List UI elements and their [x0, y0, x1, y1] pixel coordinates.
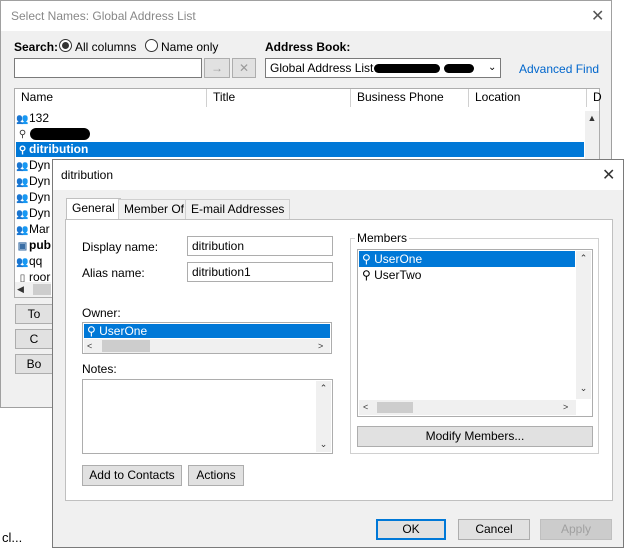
- folder-icon: ▣: [17, 241, 28, 252]
- clear-x-button[interactable]: ✕: [232, 58, 256, 78]
- alias-name-label: Alias name:: [82, 266, 145, 280]
- members-vertical-scrollbar[interactable]: ⌃ ⌄: [576, 251, 591, 399]
- address-book-select[interactable]: Global Address List - ⌄: [265, 58, 501, 78]
- scroll-right-icon[interactable]: >: [563, 400, 568, 414]
- owner-label: Owner:: [82, 306, 121, 320]
- distribution-properties-dialog: ditribution ✕ General Member Of E-mail A…: [52, 159, 624, 548]
- scroll-up-icon[interactable]: ⌃: [576, 251, 591, 265]
- member-item-selected[interactable]: ⚲ UserOne: [359, 251, 575, 267]
- dialog-close-icon[interactable]: ✕: [602, 165, 615, 185]
- list-horizontal-scrollbar[interactable]: ◀: [15, 282, 51, 297]
- go-arrow-button[interactable]: →: [204, 58, 230, 78]
- modify-members-button[interactable]: Modify Members...: [357, 426, 593, 447]
- column-business-phone[interactable]: Business Phone: [351, 89, 469, 107]
- to-button[interactable]: To: [15, 304, 53, 324]
- group-icon: 👥: [16, 193, 29, 204]
- radio-all-columns[interactable]: [59, 39, 72, 55]
- notes-textarea[interactable]: ⌃ ⌄: [82, 379, 333, 454]
- background-text: cl...: [2, 530, 23, 545]
- group-icon: 👥: [16, 225, 29, 236]
- person-icon: ⚲: [362, 268, 371, 282]
- owner-list[interactable]: ⚲ UserOne < >: [82, 322, 332, 354]
- list-item[interactable]: 👥Mar: [16, 222, 49, 237]
- apply-button[interactable]: Apply: [540, 519, 612, 540]
- person-icon: ⚲: [87, 324, 96, 338]
- scroll-right-icon[interactable]: >: [318, 339, 323, 353]
- radio-selected-icon: [59, 39, 72, 52]
- list-item[interactable]: 👥Dyn: [16, 206, 50, 221]
- bcc-button[interactable]: Bo: [15, 354, 53, 374]
- scroll-left-icon[interactable]: <: [87, 339, 92, 353]
- person-icon: ⚲: [18, 145, 27, 156]
- group-icon: 👥: [16, 177, 29, 188]
- tab-member-of[interactable]: Member Of: [118, 199, 191, 219]
- search-input[interactable]: [14, 58, 202, 78]
- window-title: Select Names: Global Address List: [11, 9, 196, 23]
- search-label: Search:: [14, 40, 59, 54]
- column-d[interactable]: D: [587, 89, 602, 107]
- list-item[interactable]: ⚲: [16, 126, 584, 141]
- cc-button[interactable]: C: [15, 329, 53, 349]
- group-icon: 👥: [16, 209, 29, 220]
- scroll-down-icon[interactable]: ⌄: [316, 437, 331, 451]
- column-title[interactable]: Title: [207, 89, 351, 107]
- address-book-value: Global Address List -: [270, 61, 381, 75]
- notes-label: Notes:: [82, 362, 117, 376]
- column-name[interactable]: Name: [15, 89, 207, 107]
- radio-all-columns-label: All columns: [75, 40, 137, 54]
- address-book-label: Address Book:: [265, 40, 351, 54]
- member-item[interactable]: ⚲ UserTwo: [359, 267, 575, 283]
- group-icon: 👥: [16, 257, 29, 268]
- owner-item[interactable]: ⚲ UserOne: [84, 324, 330, 338]
- chevron-down-icon: ⌄: [488, 62, 497, 73]
- tab-email-addresses[interactable]: E-mail Addresses: [185, 199, 291, 219]
- list-item[interactable]: 👥Dyn: [16, 190, 50, 205]
- scroll-down-icon[interactable]: ⌄: [576, 381, 591, 395]
- tab-general[interactable]: General: [66, 198, 121, 220]
- scroll-up-icon[interactable]: ⌃: [316, 381, 331, 395]
- dialog-title-bar: [53, 160, 623, 190]
- scroll-left-icon[interactable]: ◀: [17, 282, 24, 296]
- radio-unselected-icon: [145, 39, 158, 52]
- cancel-button[interactable]: Cancel: [458, 519, 530, 540]
- owner-horizontal-scrollbar[interactable]: < >: [84, 339, 330, 353]
- dialog-title: ditribution: [61, 168, 114, 182]
- add-to-contacts-button[interactable]: Add to Contacts: [82, 465, 182, 486]
- members-horizontal-scrollbar[interactable]: < >: [359, 400, 576, 415]
- radio-name-only-label: Name only: [161, 40, 219, 54]
- list-item[interactable]: 👥132: [16, 111, 584, 126]
- members-label: Members: [355, 231, 410, 245]
- list-item[interactable]: ▣ pub: [16, 238, 51, 253]
- person-icon: ⚲: [18, 129, 27, 140]
- list-item[interactable]: 👥Dyn: [16, 158, 50, 173]
- list-item[interactable]: 👥Dyn: [16, 174, 50, 189]
- alias-name-input[interactable]: ditribution1: [187, 262, 333, 282]
- scroll-left-icon[interactable]: <: [363, 400, 368, 414]
- radio-name-only[interactable]: [145, 39, 158, 55]
- notes-vertical-scrollbar[interactable]: ⌃ ⌄: [316, 381, 331, 452]
- list-item-selected[interactable]: ⚲ ditribution: [16, 142, 584, 157]
- person-icon: ⚲: [362, 252, 371, 266]
- actions-button[interactable]: Actions: [188, 465, 244, 486]
- ok-button[interactable]: OK: [376, 519, 446, 540]
- display-name-input[interactable]: ditribution: [187, 236, 333, 256]
- column-location[interactable]: Location: [469, 89, 587, 107]
- scroll-up-icon[interactable]: ▲: [585, 111, 599, 125]
- group-icon: 👥: [16, 114, 29, 125]
- close-icon[interactable]: ✕: [591, 6, 604, 26]
- list-item[interactable]: 👥qq: [16, 254, 42, 269]
- advanced-find-link[interactable]: Advanced Find: [519, 62, 599, 76]
- group-icon: 👥: [16, 161, 29, 172]
- display-name-label: Display name:: [82, 240, 159, 254]
- members-list[interactable]: ⚲ UserOne ⚲ UserTwo ⌃ ⌄ < >: [357, 249, 593, 417]
